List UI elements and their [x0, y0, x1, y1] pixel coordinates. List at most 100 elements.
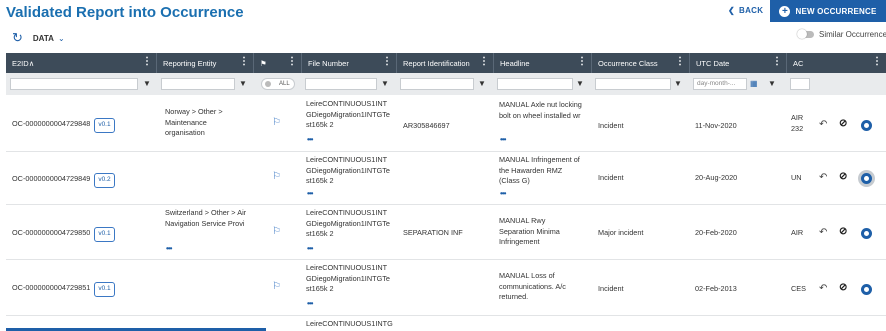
column-header-report-identification[interactable]: Report Identification ⋮ [397, 53, 494, 73]
flag-icon: ⚑ [260, 58, 267, 68]
utc-date-value: 11-Nov-2020 [695, 121, 737, 130]
occurrence-class-value: Major incident [598, 228, 644, 237]
more-icon[interactable]: ••• [500, 135, 506, 146]
headline-value: MANUAL Infringement of the Hawarden RMZ … [499, 155, 580, 185]
block-icon[interactable]: ⊘ [839, 226, 847, 237]
data-dropdown-label: DATA [32, 33, 54, 43]
e2id-filter-input[interactable] [10, 78, 138, 90]
undo-icon[interactable]: ↶ [819, 119, 827, 130]
file-number-value: LeireCONTINUOUS1INTG [306, 319, 393, 328]
e2id-value: OC-0000000004729848 [12, 119, 91, 128]
refresh-icon[interactable]: ↻ [12, 30, 23, 46]
undo-icon[interactable]: ↶ [819, 172, 827, 183]
column-menu-icon[interactable]: ⋮ [239, 57, 249, 67]
page-title: Validated Report into Occurrence [6, 4, 244, 21]
filter-icon[interactable]: ▼ [381, 79, 389, 88]
column-header-utc-date[interactable]: UTC Date ⋮ [690, 53, 787, 73]
headline-value: MANUAL Axle nut locking bolt on wheel in… [499, 100, 582, 120]
filter-icon[interactable]: ▼ [674, 79, 682, 88]
column-header-headline[interactable]: Headline ⋮ [494, 53, 592, 73]
plus-icon: + [779, 5, 791, 17]
flag-icon[interactable]: ⚐ [272, 226, 281, 237]
reporting-entity-filter-input[interactable] [161, 78, 235, 90]
toggle-switch[interactable] [797, 29, 814, 39]
reporting-entity-value: Norway > Other > Maintenance organisatio… [165, 107, 223, 137]
table-row[interactable]: OC-0000000004729848 v0.1 Norway > Other >… [6, 95, 886, 152]
flag-icon[interactable]: ⚐ [272, 171, 281, 182]
more-icon[interactable]: ••• [307, 244, 313, 255]
ac-value: AIR 232 [791, 113, 804, 133]
column-menu-icon[interactable]: ⋮ [577, 57, 587, 67]
column-header-reporting-entity[interactable]: Reporting Entity ⋮ [157, 53, 254, 73]
reporting-entity-value: Switzerland > Other > Air Navigation Ser… [165, 208, 247, 228]
link-occurrence-icon[interactable] [861, 120, 872, 131]
filter-icon[interactable]: ▼ [143, 79, 151, 88]
ac-filter-input[interactable] [790, 78, 810, 90]
occurrence-class-value: Incident [598, 173, 624, 182]
back-button[interactable]: ❮ BACK [728, 6, 763, 15]
undo-icon[interactable]: ↶ [819, 227, 827, 238]
column-menu-icon[interactable]: ⋮ [675, 57, 685, 67]
report-id-filter-input[interactable] [400, 78, 474, 90]
column-header-occurrence-class[interactable]: Occurrence Class ⋮ [592, 53, 690, 73]
file-number-filter-input[interactable] [305, 78, 377, 90]
column-header-ac[interactable]: AC ⋮ [787, 53, 886, 73]
chevron-left-icon: ❮ [728, 6, 736, 15]
table-row[interactable]: OC-0000000004729850 v0.1 Switzerland > Ot… [6, 204, 886, 260]
block-icon[interactable]: ⊘ [839, 282, 847, 293]
more-icon[interactable]: ••• [307, 299, 313, 310]
sort-asc-icon: ∧ [28, 58, 35, 68]
headline-value: MANUAL Rwy Separation Minima Infringemen… [499, 216, 560, 246]
occurrence-class-value: Incident [598, 121, 624, 130]
column-menu-icon[interactable]: ⋮ [287, 57, 297, 67]
filter-icon[interactable]: ▼ [768, 79, 776, 88]
column-header-flag[interactable]: ⚑ ⋮ [254, 53, 302, 73]
data-dropdown[interactable]: DATA ⌄ [33, 34, 65, 43]
filter-icon[interactable]: ▼ [576, 79, 584, 88]
filter-icon[interactable]: ▼ [239, 79, 247, 88]
headline-value: MANUAL Loss of communications. A/c retur… [499, 271, 566, 301]
e2id-value: OC-0000000004729851 [12, 283, 91, 292]
flag-icon[interactable]: ⚐ [272, 281, 281, 292]
file-number-value: LeireCONTINUOUS1INTGDiegoMigration1INTGT… [306, 155, 390, 185]
version-badge[interactable]: v0.1 [94, 227, 115, 242]
column-menu-icon[interactable]: ⋮ [382, 57, 392, 67]
flag-icon[interactable]: ⚐ [272, 117, 281, 128]
version-badge[interactable]: v0.1 [94, 282, 115, 297]
column-header-file-number[interactable]: File Number ⋮ [302, 53, 397, 73]
version-badge[interactable]: v0.1 [94, 118, 115, 133]
column-menu-icon[interactable]: ⋮ [872, 57, 882, 67]
new-occurrence-button[interactable]: + NEW OCCURRENCE [770, 0, 886, 22]
link-occurrence-icon[interactable] [861, 284, 872, 295]
similar-occurrence-toggle[interactable]: Similar Occurrence [797, 29, 886, 39]
occurrence-class-filter-input[interactable] [595, 78, 671, 90]
version-badge[interactable]: v0.2 [94, 173, 115, 188]
more-icon[interactable]: ••• [166, 244, 172, 255]
block-icon[interactable]: ⊘ [839, 171, 847, 182]
more-icon[interactable]: ••• [307, 135, 313, 146]
more-icon[interactable]: ••• [500, 189, 506, 200]
column-header-e2id[interactable]: E2ID ∧ ⋮ [6, 53, 157, 73]
more-icon[interactable]: ••• [307, 189, 313, 200]
chevron-down-icon: ⌄ [57, 33, 65, 43]
file-number-value: LeireCONTINUOUS1INTGDiegoMigration1INTGT… [306, 208, 390, 238]
table-row[interactable]: OC-0000000004729849 v0.2 ⚐ LeireCONTINUOU… [6, 151, 886, 205]
flag-filter-toggle[interactable]: ALL [261, 78, 295, 90]
table-row[interactable]: OC-0000000004729851 v0.1 ⚐ LeireCONTINUOU… [6, 259, 886, 316]
ac-value: AIR [791, 228, 804, 237]
headline-filter-input[interactable] [497, 78, 573, 90]
filter-icon[interactable]: ▼ [478, 79, 486, 88]
column-menu-icon[interactable]: ⋮ [142, 57, 152, 67]
column-menu-icon[interactable]: ⋮ [479, 57, 489, 67]
file-number-value: LeireCONTINUOUS1INTGDiegoMigration1INTGT… [306, 263, 390, 293]
link-occurrence-icon[interactable] [861, 173, 872, 184]
similar-occurrence-label: Similar Occurrence [819, 30, 886, 39]
link-occurrence-icon[interactable] [861, 228, 872, 239]
e2id-value: OC-0000000004729849 [12, 174, 91, 183]
undo-icon[interactable]: ↶ [819, 283, 827, 294]
column-menu-icon[interactable]: ⋮ [772, 57, 782, 67]
block-icon[interactable]: ⊘ [839, 118, 847, 129]
calendar-icon[interactable]: ▦ [750, 79, 758, 88]
utc-date-filter-input[interactable]: day-month-... [693, 78, 747, 90]
ac-value: CES [791, 284, 807, 293]
